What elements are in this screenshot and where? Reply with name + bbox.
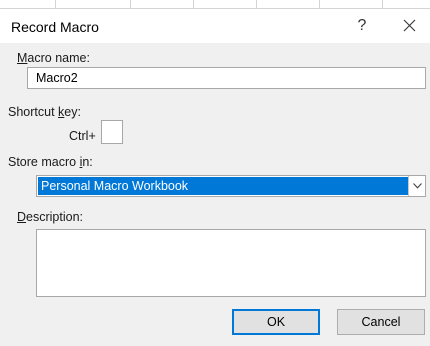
dialog-titlebar: Record Macro ?: [0, 9, 430, 43]
store-macro-in-label: Store macro in:: [8, 155, 93, 169]
store-macro-in-value: Personal Macro Workbook: [38, 177, 408, 195]
label-text: Shortcut: [8, 105, 59, 119]
grid-line: [193, 0, 194, 9]
label-text: acro name:: [27, 51, 90, 65]
ctrl-prefix-label: Ctrl+: [69, 129, 96, 143]
chevron-down-icon: [412, 183, 422, 189]
macro-name-label: Macro name:: [17, 51, 90, 65]
label-text: n:: [82, 155, 93, 169]
cancel-button[interactable]: Cancel: [337, 309, 425, 335]
shortcut-key-label: Shortcut key:: [8, 105, 81, 119]
access-key: M: [17, 51, 28, 65]
shortcut-key-input[interactable]: [101, 120, 123, 144]
label-text: escription:: [26, 210, 84, 224]
record-macro-dialog: Record Macro ? Macro name: Shortcut key:…: [0, 9, 430, 346]
spreadsheet-grid-strip: [0, 0, 430, 9]
description-label: Description:: [17, 210, 83, 224]
macro-name-input[interactable]: [27, 67, 426, 89]
store-macro-in-select[interactable]: Personal Macro Workbook: [36, 175, 426, 197]
access-key: D: [17, 210, 27, 224]
help-button[interactable]: ?: [352, 15, 372, 37]
grid-line: [256, 0, 257, 9]
dropdown-button[interactable]: [408, 176, 425, 196]
label-text: Store macro: [8, 155, 80, 169]
close-button[interactable]: [398, 15, 420, 37]
grid-line: [319, 0, 320, 9]
description-textarea[interactable]: [36, 229, 426, 297]
ok-button[interactable]: OK: [232, 309, 320, 335]
grid-line: [130, 0, 131, 9]
dialog-title: Record Macro: [11, 19, 99, 35]
grid-line: [55, 0, 56, 9]
close-icon: [403, 19, 415, 32]
label-text: ey:: [64, 105, 81, 119]
grid-line: [382, 0, 383, 9]
